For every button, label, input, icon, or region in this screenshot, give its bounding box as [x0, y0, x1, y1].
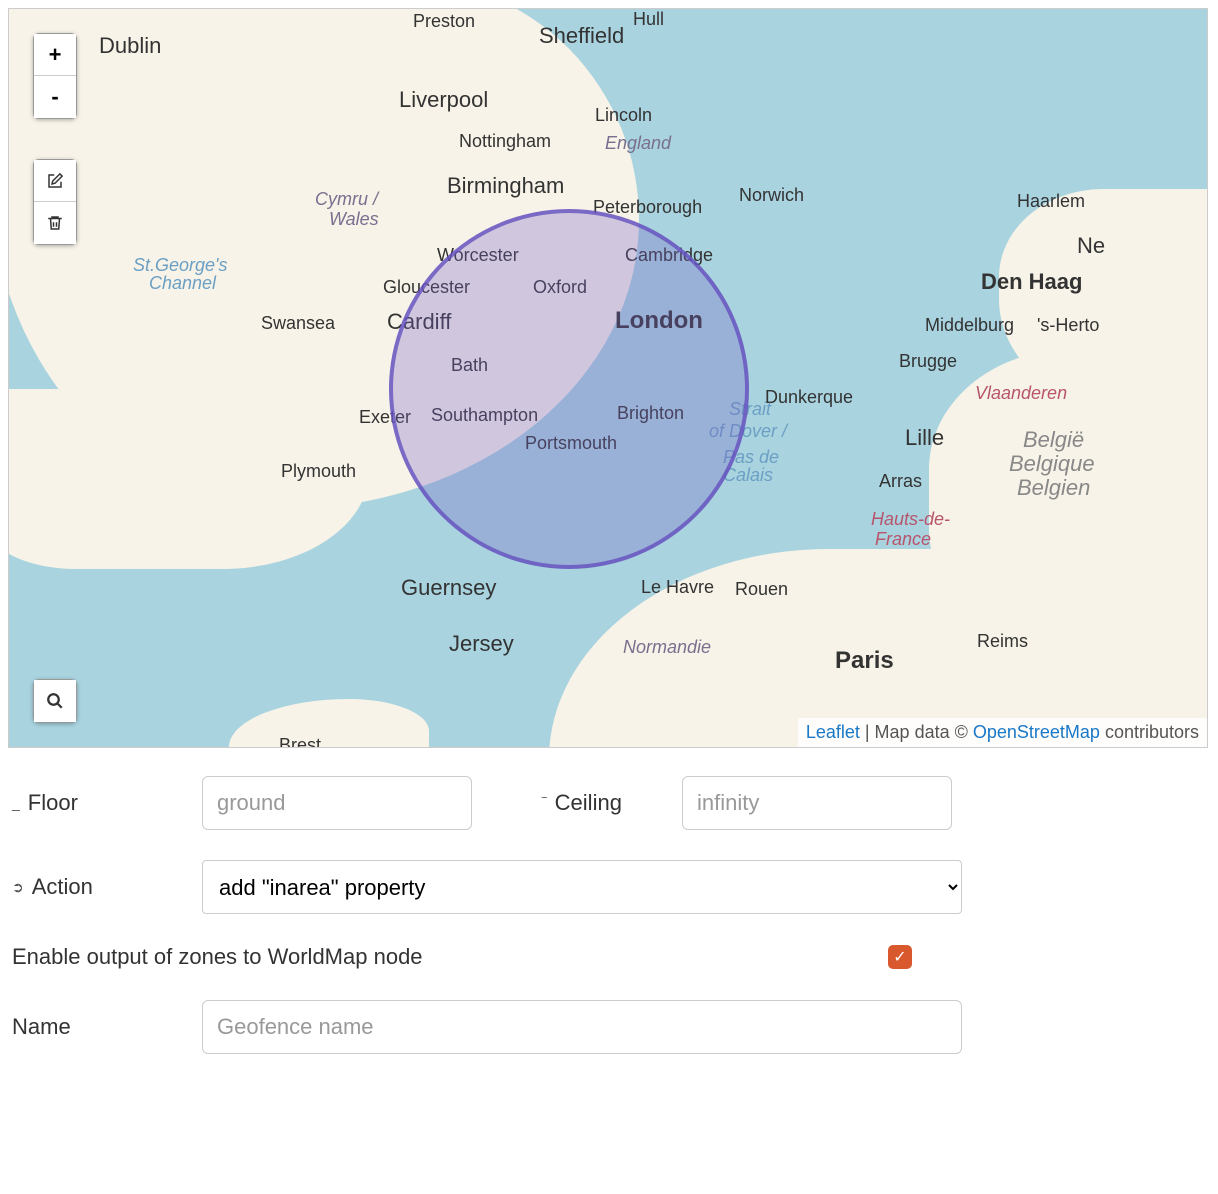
- ceiling-input[interactable]: [682, 776, 952, 830]
- enable-checkbox[interactable]: ✓: [888, 945, 912, 969]
- city-label: Rouen: [735, 579, 788, 600]
- action-label: ➲Action: [12, 874, 192, 900]
- ceiling-label: ‾Ceiling: [542, 790, 672, 816]
- region-label: England: [605, 133, 671, 154]
- city-label: Norwich: [739, 185, 804, 206]
- city-label: Brest: [279, 735, 321, 748]
- zoom-out-button[interactable]: -: [34, 76, 76, 118]
- city-label: Middelburg: [925, 315, 1014, 336]
- region-label: Vlaanderen: [975, 383, 1067, 404]
- region-label: Cymru /: [315, 189, 378, 210]
- city-label: Dunkerque: [765, 387, 853, 408]
- city-label: Liverpool: [399, 87, 488, 113]
- osm-link[interactable]: OpenStreetMap: [973, 722, 1100, 742]
- city-label: Brugge: [899, 351, 957, 372]
- floor-label: _Floor: [12, 790, 192, 816]
- region-label: België: [1023, 427, 1084, 453]
- city-label: Preston: [413, 11, 475, 32]
- edit-shape-button[interactable]: [34, 160, 76, 202]
- enable-row: Enable output of zones to WorldMap node …: [12, 944, 912, 970]
- city-label: Birmingham: [447, 173, 564, 199]
- city-label: Arras: [879, 471, 922, 492]
- region-label: Normandie: [623, 637, 711, 658]
- overline-icon: ‾: [542, 795, 547, 811]
- city-label: Lincoln: [595, 105, 652, 126]
- region-label: Belgien: [1017, 475, 1090, 501]
- region-label: Belgique: [1009, 451, 1095, 477]
- sea-label: Channel: [149, 273, 216, 294]
- region-label: Hauts-de-: [871, 509, 950, 530]
- city-label: Haarlem: [1017, 191, 1085, 212]
- enable-label: Enable output of zones to WorldMap node: [12, 944, 423, 970]
- city-label: Jersey: [449, 631, 514, 657]
- name-row: Name: [12, 1000, 1188, 1054]
- floor-ceiling-row: _Floor ‾Ceiling: [12, 776, 1188, 830]
- map-attribution: Leaflet | Map data © OpenStreetMap contr…: [798, 718, 1207, 747]
- action-select[interactable]: add "inarea" property: [202, 860, 962, 914]
- floor-input[interactable]: [202, 776, 472, 830]
- check-icon: ✓: [893, 947, 906, 967]
- city-label: Guernsey: [401, 575, 496, 601]
- city-label: Nottingham: [459, 131, 551, 152]
- name-input[interactable]: [202, 1000, 962, 1054]
- leaflet-link[interactable]: Leaflet: [806, 722, 860, 742]
- city-label: Ne: [1077, 233, 1105, 259]
- name-label: Name: [12, 1014, 192, 1040]
- config-form: _Floor ‾Ceiling ➲Action add "inarea" pro…: [0, 756, 1200, 1104]
- city-label: 's-Herto: [1037, 315, 1099, 336]
- map-canvas[interactable]: Dublin Preston Sheffield Hull Liverpool …: [8, 8, 1208, 748]
- city-label: Den Haag: [981, 269, 1082, 295]
- zoom-control: + -: [33, 33, 77, 119]
- landmass: [229, 699, 429, 748]
- action-row: ➲Action add "inarea" property: [12, 860, 1188, 914]
- draw-control: [33, 159, 77, 245]
- geofence-circle[interactable]: [389, 209, 749, 569]
- city-label: Le Havre: [641, 577, 714, 598]
- arrow-in-icon: ➲: [12, 879, 24, 896]
- underscore-icon: _: [12, 795, 20, 811]
- delete-shape-button[interactable]: [34, 202, 76, 244]
- action-select-wrap: add "inarea" property: [202, 860, 962, 914]
- city-label: Dublin: [99, 33, 161, 59]
- city-label: Swansea: [261, 313, 335, 334]
- city-label: Lille: [905, 425, 944, 451]
- search-button[interactable]: [34, 680, 76, 722]
- city-label: Reims: [977, 631, 1028, 652]
- search-control: [33, 679, 77, 723]
- region-label: France: [875, 529, 931, 550]
- city-label: Hull: [633, 9, 664, 30]
- zoom-in-button[interactable]: +: [34, 34, 76, 76]
- region-label: Wales: [329, 209, 379, 230]
- city-label: Plymouth: [281, 461, 356, 482]
- city-label: Paris: [835, 647, 894, 675]
- city-label: Sheffield: [539, 23, 624, 49]
